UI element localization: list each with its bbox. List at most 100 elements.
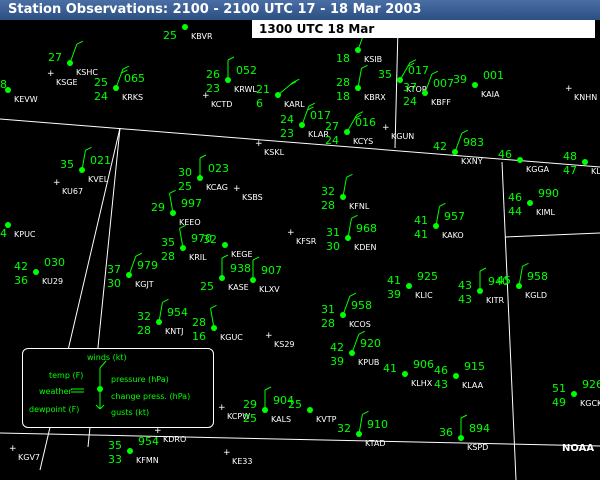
wind-barb-flag (221, 254, 229, 259)
wind-barb-flag (210, 304, 217, 309)
wind-barb (128, 256, 137, 276)
station-id-label: KFNL (349, 202, 370, 211)
station-kgv7: +KGV7 (9, 444, 40, 462)
station-kguc: 2816 KGUC (192, 304, 243, 343)
wind-barb (342, 296, 351, 316)
wind-barb (358, 414, 363, 435)
temp-label: 45 (497, 274, 511, 287)
station-id-label: KDEN (354, 243, 376, 252)
wind-barb (81, 150, 86, 171)
temp-label: 41 (383, 362, 397, 375)
wind-barb-flag (361, 64, 368, 69)
wind-barb-flag (349, 292, 357, 297)
wind-barb (158, 302, 163, 323)
dewpoint-label: 24 (403, 95, 417, 108)
station-kden: 3130 968 KDEN (326, 214, 377, 253)
station-id-label: KBFF (431, 98, 451, 107)
station-kxny: 42 983 KXNY (433, 129, 484, 166)
wind-barb-flag (358, 330, 366, 335)
station-kiml: 4644 990 KIML (508, 187, 559, 218)
temp-label: 46 (498, 148, 512, 161)
station-id-label: KCYS (353, 137, 373, 146)
station-marker: + (53, 178, 61, 188)
station-id-label: KCOS (349, 320, 371, 329)
dewpoint-label: 43 (458, 293, 472, 306)
pressure-label: 926 (582, 378, 600, 391)
dewpoint-label: 24 (325, 134, 339, 147)
wind-barb-flag (227, 56, 235, 61)
station-id-label: KGCK (580, 399, 600, 408)
station-kfsr: +KFSR (287, 228, 317, 246)
station-id-label: KBVR (191, 32, 213, 41)
station-id-label: KPUC (14, 230, 36, 239)
station-dot (527, 200, 533, 206)
station-id-label: KSPD (467, 443, 488, 452)
station-kcag: 3025 023 KCAG (178, 154, 229, 193)
station-kspd: 36 894 KSPD (439, 414, 490, 452)
dewpoint-label: 24 (94, 90, 108, 103)
dewpoint-label: 28 (321, 199, 335, 212)
station-id-label: KARL (284, 100, 305, 109)
dewpoint-label: 25 (243, 412, 257, 425)
station-ku29: 4236 030 KU29 (14, 256, 65, 287)
wind-barb-flag (439, 202, 446, 207)
temp-label: 46 (508, 191, 522, 204)
station-id-label: KRKS (122, 93, 143, 102)
pressure-label: 990 (538, 187, 559, 200)
station-kfnl: 3228 KFNL (321, 173, 370, 212)
station-id-label: KCAG (206, 183, 228, 192)
pressure-label: 065 (124, 72, 145, 85)
temp-label: 42 (14, 260, 28, 273)
temp-label: 24 (280, 113, 294, 126)
temp-label: 32 (137, 310, 151, 323)
temp-label: 29 (243, 398, 257, 411)
dewpoint-label: 024 (0, 227, 7, 240)
station-keeo: 29 997 KEEO (151, 189, 202, 227)
station-marker: + (47, 69, 55, 79)
station-knhn: +KNHN (565, 84, 597, 102)
state-border-line (504, 232, 600, 238)
station-id-label: KE33 (232, 457, 252, 466)
station-id-label: KL (591, 167, 600, 176)
pressure-label: 906 (413, 358, 434, 371)
temp-label: 42 (433, 140, 447, 153)
temp-label: 25 (94, 76, 108, 89)
station-dot (453, 373, 459, 379)
station-id-label: KDRO (163, 435, 186, 444)
pressure-label: 979 (137, 259, 158, 272)
pressure-label: 016 (355, 116, 376, 129)
wind-barb (357, 68, 362, 89)
station-id-label: KGJT (135, 280, 154, 289)
dewpoint-label: 41 (414, 228, 428, 241)
station-ktad: 32 910 KTAD (337, 410, 388, 448)
wind-barb-flag (199, 154, 207, 159)
wind-barb (435, 206, 440, 227)
temp-label: 21 (256, 83, 270, 96)
pressure-label: 968 (356, 222, 377, 235)
wind-barb-flag (169, 189, 176, 194)
wind-barb-flag (122, 65, 130, 70)
station-dot (406, 283, 412, 289)
station-marker: + (218, 403, 226, 413)
dewpoint-label: 16 (192, 330, 206, 343)
station-kfmn: 3533 954 KFMN (108, 435, 159, 466)
station-id-label: KGGA (526, 165, 550, 174)
wind-barb-flag (522, 262, 529, 267)
station-id-label: KNHN (574, 93, 597, 102)
temp-label: 35 (161, 236, 175, 249)
wind-barb-flag (460, 414, 468, 419)
legend-temp: temp (F) (49, 371, 84, 380)
pressure-label: 017 (408, 64, 429, 77)
station-marker: + (565, 84, 573, 94)
temp-label: 078 (0, 78, 7, 91)
wind-barb-flag (264, 386, 272, 391)
station-marker: + (265, 331, 273, 341)
dewpoint-label: 25 (178, 180, 192, 193)
wind-barb (347, 218, 352, 239)
temp-label: 30 (178, 166, 192, 179)
pressure-label: 907 (261, 264, 282, 277)
dewpoint-label: 39 (387, 288, 401, 301)
dewpoint-label: 33 (108, 453, 122, 466)
temp-label: 41 (387, 274, 401, 287)
station-kgjt: 3730 979 KGJT (107, 252, 158, 290)
